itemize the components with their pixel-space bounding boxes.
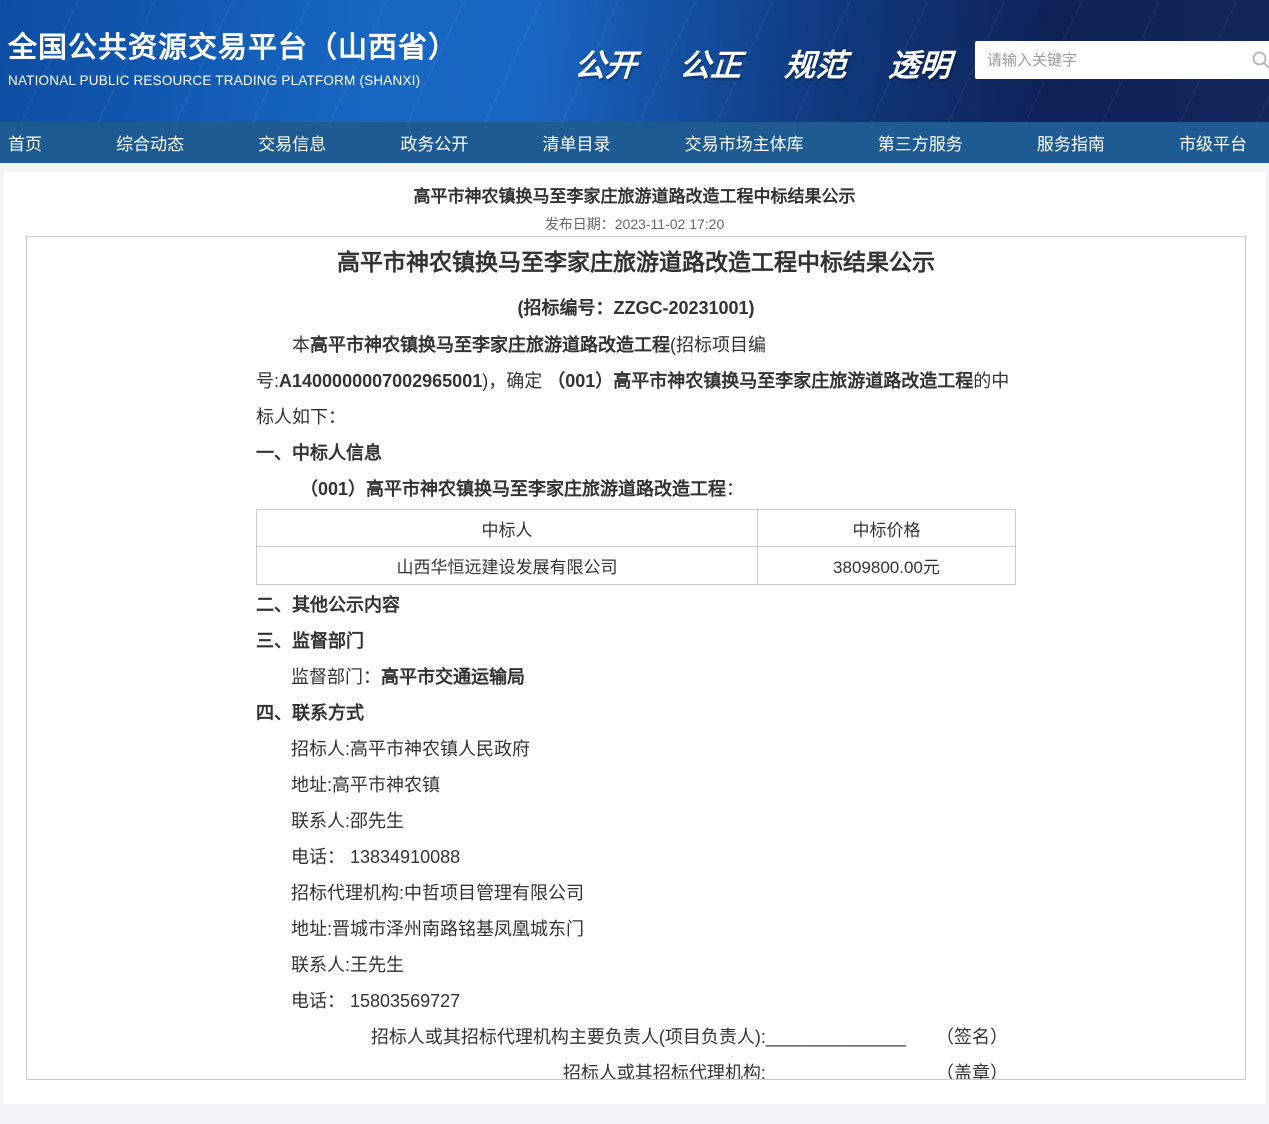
nav-item-trade-info[interactable]: 交易信息 bbox=[258, 130, 326, 155]
intro-project-name: 高平市神农镇换马至李家庄旅游道路改造工程 bbox=[310, 335, 670, 355]
nav-item-service-guide[interactable]: 服务指南 bbox=[1037, 130, 1105, 155]
nav-item-comprehensive-news[interactable]: 综合动态 bbox=[116, 130, 184, 155]
section4-heading: 四、联系方式 bbox=[256, 695, 1016, 731]
nav-item-third-party-services[interactable]: 第三方服务 bbox=[878, 130, 963, 155]
section2-heading: 二、其他公示内容 bbox=[256, 587, 1016, 623]
section1-subheading: （001）高平市神农镇换马至李家庄旅游道路改造工程： bbox=[256, 471, 1016, 507]
slogan-banner: 公开 公正 规范 透明 bbox=[575, 40, 983, 85]
winner-table: 中标人 中标价格 山西华恒远建设发展有限公司 3809800.00元 bbox=[256, 509, 1016, 585]
contact-line-agency-address: 地址:晋城市泽州南路铭基凤凰城东门 bbox=[256, 911, 1016, 947]
winner-name-cell: 山西华恒远建设发展有限公司 bbox=[257, 547, 758, 585]
slogan-word-transparent: 透明 bbox=[888, 40, 953, 85]
publish-date-line: 发布日期：2023-11-02 17:20 bbox=[3, 216, 1266, 233]
site-header: 全国公共资源交易平台（山西省） NATIONAL PUBLIC RESOURCE… bbox=[0, 0, 1269, 122]
intro-seg5: )，确定 bbox=[482, 371, 547, 391]
supervision-label: 监督部门： bbox=[291, 667, 381, 687]
nav-item-city-platform[interactable]: 市级平台 bbox=[1179, 130, 1247, 155]
contact-line-tenderer: 招标人:高平市神农镇人民政府 bbox=[256, 731, 1016, 767]
slogan-word-fair: 公正 bbox=[678, 40, 743, 85]
search-input[interactable] bbox=[975, 41, 1269, 79]
publish-date-value: 2023-11-02 17:20 bbox=[615, 216, 725, 232]
slogan-word-open: 公开 bbox=[573, 40, 638, 85]
section1-colon: ： bbox=[726, 479, 744, 499]
winner-table-row: 山西华恒远建设发展有限公司 3809800.00元 bbox=[257, 547, 1016, 585]
contact-line-agency-phone: 电话： 15803569727 bbox=[256, 983, 1016, 1019]
announcement-content: 高平市神农镇换马至李家庄旅游道路改造工程中标结果公示 (招标编号：ZZGC-20… bbox=[256, 247, 1016, 1080]
contact-line-agency: 招标代理机构:中哲项目管理有限公司 bbox=[256, 875, 1016, 911]
signoff-signature-label: 招标人或其招标代理机构主要负责人(项目负责人): bbox=[371, 1027, 766, 1047]
intro-lot-name: （001）高平市神农镇换马至李家庄旅游道路改造工程 bbox=[547, 371, 973, 391]
signoff-signature-suffix: （签名） bbox=[936, 1027, 1008, 1047]
footer-strip bbox=[0, 1104, 1269, 1115]
contact-line-tenderer-person: 联系人:邵先生 bbox=[256, 803, 1016, 839]
supervision-line: 监督部门：高平市交通运输局 bbox=[256, 659, 1016, 695]
winner-table-header-row: 中标人 中标价格 bbox=[257, 510, 1016, 547]
site-subtitle: NATIONAL PUBLIC RESOURCE TRADING PLATFOR… bbox=[8, 73, 458, 88]
signoff-seal-blank: ______________ bbox=[766, 1063, 906, 1080]
slogan-word-standard: 规范 bbox=[783, 40, 848, 85]
search-icon[interactable] bbox=[1251, 50, 1269, 70]
signoff-seal-label: 招标人或其招标代理机构: bbox=[563, 1063, 766, 1080]
nav-item-gov-disclosure[interactable]: 政务公开 bbox=[400, 130, 468, 155]
section1-heading: 一、中标人信息 bbox=[256, 435, 1016, 471]
signoff-signature-blank: ______________ bbox=[766, 1027, 906, 1047]
content-panel: 高平市神农镇换马至李家庄旅游道路改造工程中标结果公示 发布日期：2023-11-… bbox=[3, 172, 1266, 1104]
site-title: 全国公共资源交易平台（山西省） bbox=[8, 24, 458, 66]
nav-item-market-entity-library[interactable]: 交易市场主体库 bbox=[685, 130, 804, 155]
nav-item-home[interactable]: 首页 bbox=[8, 130, 42, 155]
signoff-seal-line: 招标人或其招标代理机构:______________ （盖章） bbox=[256, 1055, 1016, 1080]
contact-line-agency-person: 联系人:王先生 bbox=[256, 947, 1016, 983]
contact-line-tenderer-phone: 电话： 13834910088 bbox=[256, 839, 1016, 875]
nav-item-list-catalog[interactable]: 清单目录 bbox=[543, 130, 611, 155]
price-column-header: 中标价格 bbox=[757, 510, 1015, 547]
winner-price-cell: 3809800.00元 bbox=[757, 547, 1015, 585]
page-title: 高平市神农镇换马至李家庄旅游道路改造工程中标结果公示 bbox=[3, 186, 1266, 208]
section1-lot-title: （001）高平市神农镇换马至李家庄旅游道路改造工程 bbox=[300, 479, 726, 499]
intro-seg1: 本 bbox=[292, 335, 310, 355]
intro-project-code: A1400000007002965001 bbox=[279, 371, 482, 391]
intro-paragraph: 本高平市神农镇换马至李家庄旅游道路改造工程(招标项目编号:A1400000007… bbox=[256, 327, 1016, 435]
main-nav: 首页 综合动态 交易信息 政务公开 清单目录 交易市场主体库 第三方服务 服务指… bbox=[0, 122, 1269, 163]
supervision-department: 高平市交通运输局 bbox=[381, 667, 525, 687]
publish-date-label: 发布日期： bbox=[545, 216, 615, 232]
site-logo[interactable]: 全国公共资源交易平台（山西省） NATIONAL PUBLIC RESOURCE… bbox=[8, 24, 458, 88]
search-box[interactable] bbox=[975, 41, 1269, 79]
announcement-box: 高平市神农镇换马至李家庄旅游道路改造工程中标结果公示 (招标编号：ZZGC-20… bbox=[26, 236, 1246, 1080]
signoff-signature-line: 招标人或其招标代理机构主要负责人(项目负责人):______________ （签… bbox=[256, 1019, 1016, 1055]
winner-column-header: 中标人 bbox=[257, 510, 758, 547]
contact-line-tenderer-address: 地址:高平市神农镇 bbox=[256, 767, 1016, 803]
signoff-seal-suffix: （盖章） bbox=[936, 1063, 1008, 1080]
announcement-title: 高平市神农镇换马至李家庄旅游道路改造工程中标结果公示 bbox=[256, 247, 1016, 277]
bid-number: (招标编号：ZZGC-20231001) bbox=[256, 297, 1016, 319]
section3-heading: 三、监督部门 bbox=[256, 623, 1016, 659]
